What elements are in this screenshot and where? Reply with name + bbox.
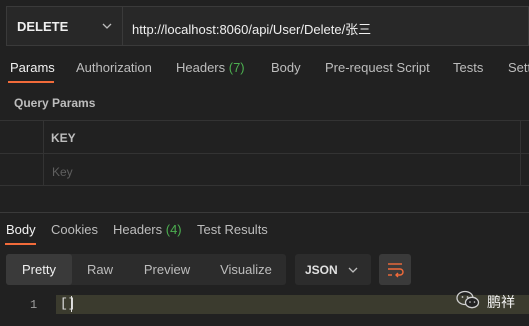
tab-label: Headers [113, 222, 166, 237]
url-input[interactable]: http://localhost:8060/api/User/Delete/张三 [132, 19, 371, 38]
key-input[interactable] [45, 155, 528, 188]
response-body-content[interactable]: [] [60, 296, 76, 311]
tab-cookies[interactable]: Cookies [51, 222, 98, 237]
tab-headers[interactable]: Headers (7) [176, 60, 245, 75]
tab-response-body[interactable]: Body [6, 222, 36, 237]
checkbox-column [0, 121, 44, 153]
watermark-text: 鹏祥 [487, 294, 515, 310]
tab-label: Cookies [51, 222, 98, 237]
tab-settings[interactable]: Sett [508, 60, 529, 75]
raw-button[interactable]: Raw [72, 254, 128, 285]
tab-label: Pre-request Script [325, 60, 430, 75]
tab-label: Params [10, 60, 55, 75]
visualize-button[interactable]: Visualize [206, 254, 286, 285]
active-tab-indicator [8, 81, 54, 83]
tab-body[interactable]: Body [271, 60, 301, 75]
row-checkbox-cell [0, 154, 44, 185]
tab-response-headers[interactable]: Headers (4) [113, 222, 182, 237]
line-number: 1 [30, 298, 38, 312]
preview-button[interactable]: Preview [128, 254, 206, 285]
tab-label: Body [271, 60, 301, 75]
tab-label: Sett [508, 60, 529, 75]
key-column-header: KEY [51, 131, 76, 145]
table-header-row: KEY [0, 120, 529, 153]
tab-authorization[interactable]: Authorization [76, 60, 152, 75]
format-label: JSON [305, 263, 338, 277]
tab-params[interactable]: Params [10, 60, 55, 75]
chevron-down-icon [102, 23, 112, 29]
tab-label: Tests [453, 60, 484, 75]
column-divider [520, 154, 529, 185]
section-title: Query Params [14, 96, 96, 110]
pane-divider[interactable] [0, 212, 529, 213]
wrap-lines-icon [388, 263, 404, 278]
headers-count: (7) [228, 60, 245, 75]
tab-tests[interactable]: Tests [453, 60, 483, 75]
active-tab-indicator [5, 243, 36, 245]
view-mode-group: Pretty Raw Preview Visualize [6, 254, 286, 285]
method-select[interactable]: DELETE [7, 7, 123, 45]
method-label: DELETE [17, 19, 69, 34]
table-row [0, 153, 529, 188]
wrap-lines-button[interactable] [379, 254, 411, 285]
wechat-icon [456, 290, 480, 309]
tab-label: Authorization [76, 60, 152, 75]
tab-label: Body [6, 222, 36, 237]
tab-label: Headers [176, 60, 229, 75]
tab-label: Test Results [197, 222, 268, 237]
column-divider [520, 121, 529, 153]
tab-pre-request-script[interactable]: Pre-request Script [325, 60, 430, 75]
chevron-down-icon [348, 267, 358, 273]
text-cursor [71, 296, 72, 312]
params-table: KEY [0, 120, 529, 188]
headers-count: (4) [165, 222, 182, 237]
tab-test-results[interactable]: Test Results [197, 222, 268, 237]
format-select[interactable]: JSON [295, 254, 371, 285]
request-bar: DELETE http://localhost:8060/api/User/De… [6, 6, 529, 46]
pretty-button[interactable]: Pretty [6, 254, 72, 285]
